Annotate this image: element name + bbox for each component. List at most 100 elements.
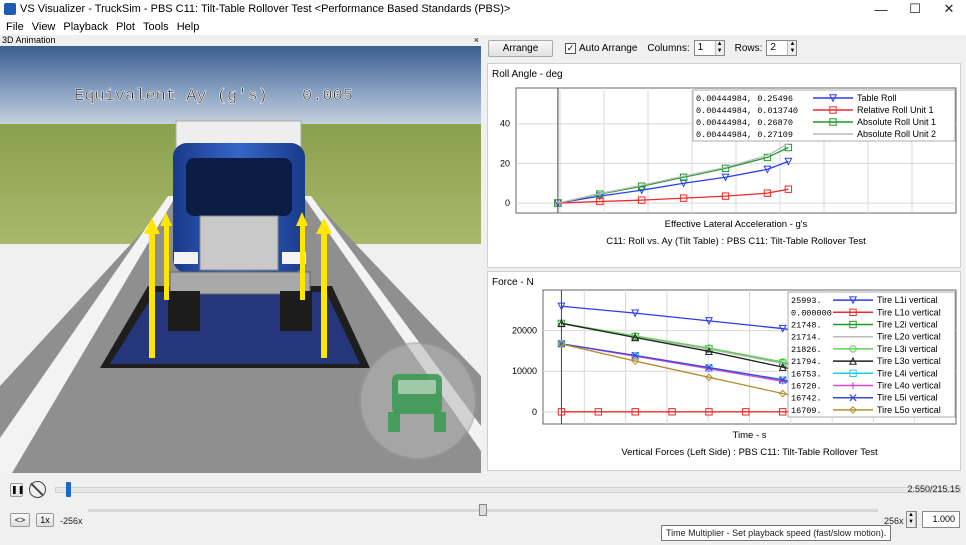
legend-name: Table Roll xyxy=(857,93,897,103)
animation-panel-close-button[interactable]: × xyxy=(474,35,479,46)
legend-name: Tire L2o vertical xyxy=(877,332,941,342)
x-axis-label: Effective Lateral Acceleration - g's xyxy=(665,219,808,230)
y-tick-label: 20000 xyxy=(512,326,537,336)
y-tick-label: 20 xyxy=(500,158,510,168)
legend-name: Absolute Roll Unit 2 xyxy=(857,129,936,139)
tire-front-right xyxy=(280,291,312,331)
headlight-left xyxy=(174,252,198,264)
legend-value: 0.00444984, 0.27109 xyxy=(696,130,793,140)
sky xyxy=(0,46,481,126)
legend-value: 21826. xyxy=(791,345,822,355)
y-tick-label: 10000 xyxy=(512,366,537,376)
legend-name: Tire L1i vertical xyxy=(877,295,938,305)
legend-value: 21714. xyxy=(791,333,822,343)
overlay-label: Equivalent Ay (g's) xyxy=(74,87,268,106)
vs-visualizer-window: VS Visualizer - TruckSim - PBS C11: Tilt… xyxy=(0,0,966,545)
time-slider-thumb[interactable] xyxy=(65,482,71,497)
multiplier-min-label: -256x xyxy=(60,516,83,526)
menu-plot[interactable]: Plot xyxy=(114,21,141,33)
auto-arrange-label: Auto Arrange xyxy=(579,42,638,54)
rows-label: Rows: xyxy=(734,42,763,54)
window-title: VS Visualizer - TruckSim - PBS C11: Tilt… xyxy=(20,3,511,15)
legend-name: Tire L3o vertical xyxy=(877,356,941,366)
legend-name: Tire L5i vertical xyxy=(877,393,938,403)
columns-value: 1 xyxy=(697,42,704,53)
time-slider[interactable] xyxy=(55,487,961,493)
legend-name: Tire L1o vertical xyxy=(877,307,941,317)
animation-viewport[interactable]: Equivalent Ay (g's) 0.005 xyxy=(0,46,481,473)
y-tick-label: 0 xyxy=(532,407,537,417)
time-readout: 2.550/215.15 xyxy=(907,484,960,494)
legend-name: Relative Roll Unit 1 xyxy=(857,105,934,115)
tire-front-left xyxy=(168,291,200,331)
legend-value: 21794. xyxy=(791,357,822,367)
chart-legend: 0.00444984, 0.25496 Table Roll 0.00444984,… xyxy=(692,89,956,142)
title-bar: VS Visualizer - TruckSim - PBS C11: Tilt… xyxy=(0,0,966,18)
legend-name: Tire L3i vertical xyxy=(877,344,938,354)
multiplier-tooltip: Time Multiplier - Set playback speed (fa… xyxy=(661,525,892,541)
plot-panel: Arrange ✓ Auto Arrange Columns: 1 ▲ ▼ Row… xyxy=(483,35,966,473)
legend-value: 16742. xyxy=(791,394,822,404)
chart-title: C11: Roll vs. Ay (Tilt Table) : PBS C11:… xyxy=(606,236,866,247)
legend-value: 0.00444984, 0.26870 xyxy=(696,118,793,128)
legend-name: Absolute Roll Unit 1 xyxy=(857,117,936,127)
menu-tools[interactable]: Tools xyxy=(141,21,175,33)
menu-file[interactable]: File xyxy=(4,21,30,33)
chart-panel-label: Roll Angle - deg xyxy=(492,69,563,80)
vertical-force-chart: Force - N 0 10000 20000 25993. Tire L1i verti… xyxy=(492,277,957,458)
legend-value: 25993. xyxy=(791,296,822,306)
truck-icon[interactable] xyxy=(359,342,477,460)
menu-view[interactable]: View xyxy=(30,21,62,33)
animation-panel-title: 3D Animation xyxy=(2,35,56,45)
spin-arrows-icon[interactable]: ▲ ▼ xyxy=(714,41,724,55)
arrange-button[interactable]: Arrange xyxy=(488,39,553,57)
plot-toolbar: Arrange ✓ Auto Arrange Columns: 1 ▲ ▼ Row… xyxy=(483,35,966,61)
y-tick-label: 0 xyxy=(505,198,510,208)
legend-name: Tire L4i vertical xyxy=(877,368,938,378)
menu-help[interactable]: Help xyxy=(175,21,206,33)
maximize-button[interactable]: ☐ xyxy=(898,0,932,18)
loop-button[interactable]: <> xyxy=(10,513,30,527)
roll-angle-plot[interactable]: Roll Angle - deg 0 20 40 0.00444984, 0.25496… xyxy=(487,63,961,268)
close-button[interactable]: ✕ xyxy=(932,0,966,18)
multiplier-spinner[interactable]: ▲ ▼ xyxy=(906,511,917,528)
pause-icon: ❚❚ xyxy=(11,485,25,494)
columns-label: Columns: xyxy=(647,42,690,54)
overlay-value: 0.005 xyxy=(302,87,353,106)
playback-bar: ❚❚ 2.550/215.15 <> 1x -256x 256x ▲ ▼ 1.00… xyxy=(0,473,966,545)
spin-arrows-icon[interactable]: ▲ ▼ xyxy=(787,41,797,55)
legend-name: Tire L2i vertical xyxy=(877,320,938,330)
spin-arrows-icon[interactable]: ▲ ▼ xyxy=(907,512,916,527)
legend-name: Tire L4o vertical xyxy=(877,381,941,391)
pause-button[interactable]: ❚❚ xyxy=(10,483,25,497)
no-loop-icon[interactable] xyxy=(29,481,46,498)
legend-value: 21748. xyxy=(791,321,822,331)
menu-playback[interactable]: Playback xyxy=(61,21,114,33)
auto-arrange-checkbox[interactable]: ✓ Auto Arrange xyxy=(565,42,638,54)
app-icon xyxy=(4,3,16,15)
bumper xyxy=(169,271,311,295)
windshield xyxy=(186,158,292,216)
columns-spinner[interactable]: 1 ▲ ▼ xyxy=(693,40,725,56)
chart-panel-label: Force - N xyxy=(492,277,534,288)
window-controls: — ☐ ✕ xyxy=(864,0,966,18)
check-icon: ✓ xyxy=(565,42,576,54)
legend-value: 16709. xyxy=(791,406,822,416)
legend-name: Tire L5o vertical xyxy=(877,405,941,415)
rows-value: 2 xyxy=(770,42,776,53)
y-tick-label: 40 xyxy=(500,119,510,129)
legend-value: 16753. xyxy=(791,369,822,379)
chart-title: Vertical Forces (Left Side) : PBS C11: T… xyxy=(621,447,878,458)
rows-spinner[interactable]: 2 ▲ ▼ xyxy=(766,40,798,56)
vertical-force-plot[interactable]: Force - N 0 10000 20000 25993. Tire L1i verti… xyxy=(487,271,961,471)
multiplier-slider-thumb[interactable] xyxy=(479,504,487,516)
minimize-button[interactable]: — xyxy=(864,0,898,18)
x-axis-label: Time - s xyxy=(733,430,767,441)
legend-value: 16720. xyxy=(791,382,822,392)
chart-legend: 25993. Tire L1i vertical 0.000000 Tire L1o … xyxy=(787,291,956,418)
animation-panel-header: 3D Animation × xyxy=(0,35,481,46)
roll-angle-chart: Roll Angle - deg 0 20 40 0.00444984, 0.25496… xyxy=(492,69,957,247)
legend-value: 0.00444984, 0.013740 xyxy=(696,106,798,116)
realtime-button[interactable]: 1x xyxy=(36,513,54,527)
multiplier-value-field[interactable]: 1.000 xyxy=(922,511,960,528)
